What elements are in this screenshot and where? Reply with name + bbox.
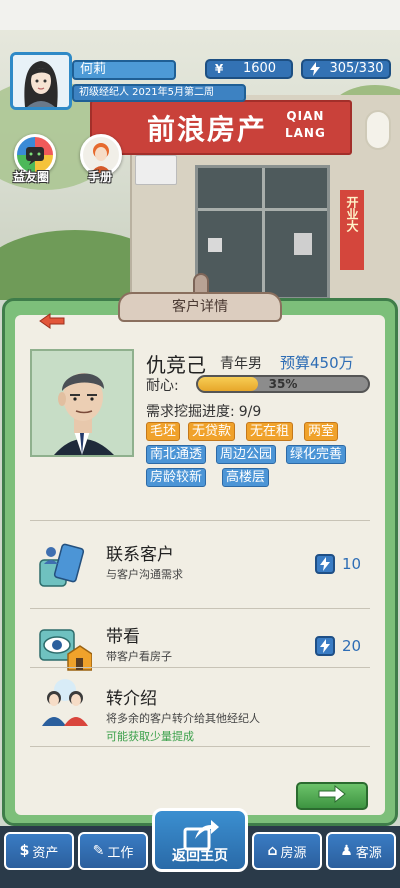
air-conditioner (135, 155, 177, 185)
money-value: 1600 (242, 61, 277, 76)
referral-action[interactable]: 转介绍 将多余的客户转介给其他经纪人 可能获取少量提成 (30, 668, 370, 752)
divider (30, 746, 370, 747)
phone-contact-icon (38, 542, 92, 590)
nav-work[interactable]: ✎ 工作 (78, 832, 148, 870)
nav-home-label: 返回主页 (172, 848, 228, 864)
two-agents-icon (38, 678, 92, 726)
mining-progress-value: 9/9 (238, 404, 262, 420)
player-title-date: 初级经纪人 2021年5月第二周 (72, 84, 246, 102)
energy-value: 305/330 (329, 61, 384, 76)
customer-card: 仇竞己 青年男 预算450万 耐心: 35% 需求挖掘进度: 9/9 毛坯 无贷款… (28, 345, 378, 515)
next-arrow-button[interactable] (296, 782, 368, 810)
customer-name: 仇竞己 (146, 353, 206, 377)
mining-progress: 需求挖掘进度: 9/9 (146, 401, 261, 421)
street-scene-background: 前浪房产 QIAN LANG 开业大 (0, 0, 400, 300)
female-agent-portrait-icon (13, 55, 69, 107)
patience-text: 35% (268, 377, 298, 391)
handbook-label: 手册 (88, 170, 113, 184)
house-icon: ⌂ (267, 843, 278, 859)
demand-tag: 无贷款 (188, 422, 236, 441)
energy-counter[interactable]: 305/330 (301, 59, 391, 79)
player-avatar[interactable] (10, 52, 72, 110)
action-subtitle: 与客户沟通需求 (106, 568, 183, 581)
back-arrow-icon (39, 313, 65, 329)
male-customer-portrait-icon (32, 351, 132, 455)
wall-lamp (365, 110, 391, 150)
nav-listings-label: 房源 (280, 845, 307, 861)
mining-progress-label: 需求挖掘进度: (146, 404, 235, 420)
action-title: 转介绍 (106, 689, 157, 709)
demand-tag: 高楼层 (222, 468, 270, 487)
patience-bar: 35% (196, 375, 370, 393)
nav-listings[interactable]: ⌂ 房源 (252, 832, 322, 870)
back-button[interactable] (38, 312, 66, 330)
nav-assets-label: 资产 (32, 845, 59, 861)
person-icon: ♟ (340, 843, 353, 859)
panel-title: 客户详情 (118, 292, 282, 322)
customer-budget: 预算450万 (280, 354, 354, 372)
shop-name-en-line1: QIAN (286, 109, 325, 123)
shop-door (195, 165, 330, 300)
demand-tag: 周边公园 (216, 445, 277, 464)
eye-house-icon (38, 624, 93, 672)
status-bar (0, 0, 400, 30)
side-banner: 开业大 (340, 190, 364, 270)
nav-clients-label: 客源 (355, 845, 382, 861)
yen-icon: ¥ (214, 62, 224, 76)
nav-home-button[interactable]: 返回主页 (152, 808, 248, 872)
customer-portrait (30, 349, 134, 457)
energy-cost: 20 (342, 637, 362, 655)
lightning-icon (315, 554, 335, 574)
lightning-icon (306, 61, 324, 77)
action-title: 带看 (106, 627, 140, 647)
demand-tag: 毛坯 (146, 422, 181, 441)
shop-name-en-line2: LANG (285, 126, 326, 140)
friends-circle-label: 益友圈 (13, 170, 50, 184)
lightning-icon (315, 636, 335, 656)
demand-tag: 绿化完善 (286, 445, 347, 464)
patience-label: 耐心: (146, 378, 179, 394)
demand-tag: 南北通透 (146, 445, 207, 464)
right-arrow-icon (318, 784, 346, 804)
action-subtitle: 带客户看房子 (106, 650, 172, 663)
demand-tag: 两室 (304, 422, 339, 441)
player-name: 何莉 (72, 60, 176, 80)
side-banner-text: 开业大 (345, 196, 359, 232)
action-hint: 可能获取少量提成 (106, 730, 194, 743)
contact-customer-action[interactable]: 联系客户 与客户沟通需求 10 (30, 524, 370, 608)
nav-work-label: 工作 (107, 845, 134, 861)
nav-assets[interactable]: $ 资产 (4, 832, 74, 870)
demand-tag: 房龄较新 (146, 468, 207, 487)
money-counter[interactable]: ¥ 1600 (205, 59, 293, 79)
energy-cost: 10 (342, 555, 362, 573)
customer-type: 青年男 (220, 356, 262, 372)
assets-icon: $ (19, 843, 30, 859)
nav-clients[interactable]: ♟ 客源 (326, 832, 396, 870)
pencil-icon: ✎ (92, 843, 105, 859)
action-subtitle: 将多余的客户转介给其他经纪人 (106, 712, 260, 725)
demand-tag: 无在租 (246, 422, 294, 441)
divider (30, 520, 370, 521)
action-title: 联系客户 (106, 545, 174, 565)
shop-name-en: QIAN LANG (285, 108, 326, 142)
shop-name: 前浪房产 (147, 112, 268, 146)
